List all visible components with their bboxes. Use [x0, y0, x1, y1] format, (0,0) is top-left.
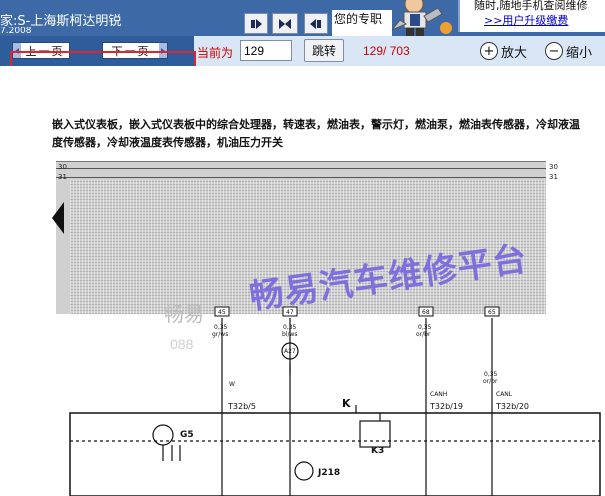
rail-30 [56, 168, 546, 169]
jump-button[interactable]: 跳转 [304, 39, 344, 62]
prev-arrow [13, 43, 21, 58]
component-label: A27 [284, 348, 296, 355]
wire-color: or/br [416, 331, 431, 338]
zoom-out-label: 缩小 [566, 45, 593, 61]
wire-size: 0,35 [484, 371, 498, 378]
wire-number: 65 [488, 309, 496, 316]
connector-label: T32b/19 [429, 402, 463, 411]
wire-color: bl/ws [282, 331, 298, 338]
row-label: 31 [58, 173, 67, 181]
rail-31 [56, 177, 546, 178]
arrow-right-icon [161, 47, 165, 54]
zoom-in-button[interactable]: + 放大 [480, 40, 527, 62]
prev-page-button[interactable]: 上一页 [12, 42, 70, 59]
component-label: K3 [371, 446, 384, 456]
zoom-in-label: 放大 [501, 45, 528, 61]
window-subtitle: 7.2008 [0, 27, 32, 36]
signal-label: CANL [496, 391, 513, 398]
wire-color: gr/ws [212, 331, 228, 338]
zoom-in-icon: + [480, 42, 498, 60]
fit-page-button[interactable] [272, 13, 298, 34]
page-caption: 嵌入式仪表板，嵌入式仪表板中的综合处理器，转速表，燃油表，警示灯，燃油泵，燃油表… [52, 118, 580, 149]
upgrade-link[interactable]: >>用户升级缴费 [484, 12, 568, 28]
next-arrow [159, 43, 167, 58]
wire-size: 0,35 [418, 324, 432, 331]
next-page-button[interactable]: 下一页 [102, 42, 168, 59]
mascot-icon [391, 0, 452, 36]
page-icon [317, 19, 321, 28]
row-label: 30 [549, 163, 558, 171]
page-count: 129/ 703 [363, 44, 410, 58]
row-label: 30 [58, 163, 67, 171]
wire-size: 0,35 [214, 324, 228, 331]
connector-label: T32b/20 [495, 402, 529, 411]
signal-label: CANH [430, 391, 447, 398]
prev-page-arrow-icon[interactable] [52, 202, 64, 234]
toolbar: 上一页 下一页 当前为 跳转 129/ 703 + 放大 − 缩小 [0, 36, 605, 66]
page-nav-area: 上一页 下一页 [0, 36, 194, 66]
top-bar: 家:S-上海斯柯达明锐 7.2008 您的专职 随时,随地手机查阅维修 >>用户… [0, 0, 605, 36]
play-icon [256, 18, 262, 29]
row-label: 31 [549, 173, 558, 181]
next-page-label: 下一页 [111, 44, 151, 58]
wire-size: 0,35 [283, 324, 297, 331]
wire-number: 45 [218, 309, 226, 316]
zoom-out-button[interactable]: − 缩小 [545, 40, 592, 62]
wire-color: or/br [483, 378, 498, 385]
arrow-left-icon [285, 18, 291, 29]
back-button[interactable] [304, 13, 328, 34]
current-page-label: 当前为 [197, 46, 234, 60]
first-page-button[interactable] [244, 13, 268, 34]
arrow-left-icon [15, 47, 19, 54]
wire-number: 68 [422, 309, 430, 316]
expert-label: 您的专职 [332, 10, 392, 36]
faint-watermark: 畅易 [164, 302, 204, 326]
prev-page-label: 上一页 [25, 44, 65, 58]
signal-label: W [229, 381, 235, 388]
faint-number: 088 [170, 336, 194, 352]
page-number-input[interactable] [240, 40, 292, 61]
component-label: J218 [317, 468, 340, 478]
arrow-left-icon [310, 18, 316, 29]
connector-label: T32b/5 [227, 402, 256, 411]
promo-panel: 随时,随地手机查阅维修 >>用户升级缴费 [458, 0, 605, 32]
zoom-out-icon: − [545, 42, 563, 60]
page-icon [251, 19, 255, 28]
component-label: G5 [180, 430, 194, 440]
component-label: K [342, 397, 351, 410]
